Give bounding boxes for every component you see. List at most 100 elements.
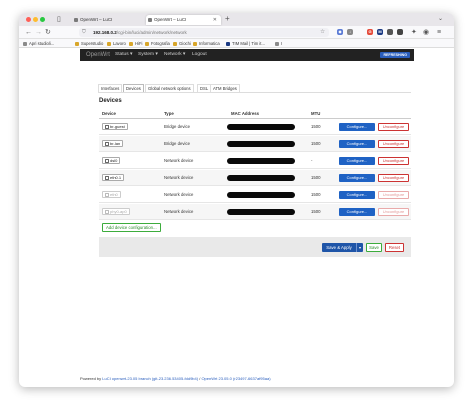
configure-button[interactable]: Configure... bbox=[339, 157, 375, 165]
browser-window: ▯ OpenWrt – LuCI OpenWrt – LuCI ✕ + ⌄ ← … bbox=[19, 13, 454, 387]
mac-address-redacted bbox=[227, 209, 295, 215]
column-header-mac: MAC Address bbox=[231, 111, 260, 116]
configure-button[interactable]: Configure... bbox=[339, 140, 375, 148]
bookmark-item[interactable]: Fotografia bbox=[145, 40, 170, 47]
bookmark-item[interactable]: Superstudio bbox=[75, 40, 103, 47]
close-tab-icon[interactable]: ✕ bbox=[213, 15, 217, 25]
unconfigure-button[interactable]: Unconfigure bbox=[378, 174, 409, 182]
tab-devices[interactable]: Devices bbox=[123, 84, 144, 92]
column-header-mtu: MTU bbox=[311, 111, 321, 116]
device-name: phy0-ap0 bbox=[110, 209, 127, 214]
mac-address-redacted bbox=[227, 124, 295, 130]
pocket-icon[interactable]: ◆ bbox=[337, 29, 343, 35]
footer-luci-link[interactable]: LuCI openwrt-23.05 branch (git-23.236.53… bbox=[102, 376, 198, 381]
device-type: Bridge device bbox=[164, 141, 191, 146]
device-mtu: 1500 bbox=[311, 209, 321, 214]
bookmark-item[interactable]: HiFi bbox=[129, 40, 142, 47]
bookmark-item[interactable]: Giochi bbox=[173, 40, 191, 47]
puzzle-icon[interactable]: ✦ bbox=[411, 28, 417, 37]
bookmark-item[interactable]: Lavoro bbox=[107, 40, 126, 47]
bookmark-label: Giochi bbox=[179, 41, 191, 46]
add-device-configuration-button[interactable]: Add device configuration... bbox=[102, 223, 161, 232]
footer-openwrt-link[interactable]: OpenWrt 23.05.0 (r23497-6637af95aa) bbox=[201, 376, 270, 381]
tab-openwrt-1[interactable]: OpenWrt – LuCI bbox=[72, 15, 144, 25]
menu-label: Status bbox=[115, 52, 129, 57]
favicon-icon bbox=[148, 18, 152, 22]
bookmark-item[interactable]: Informatica bbox=[193, 40, 220, 47]
menu-icon[interactable]: ≡ bbox=[437, 28, 441, 37]
menu-status[interactable]: Status ▾ bbox=[115, 49, 132, 61]
brand-logo[interactable]: OpenWrt bbox=[86, 49, 110, 61]
account-icon[interactable]: ◉ bbox=[423, 28, 429, 37]
unconfigure-button[interactable]: Unconfigure bbox=[378, 123, 409, 131]
bookmark-label: HiFi bbox=[135, 41, 143, 46]
url-host: 192.168.0.2 bbox=[93, 30, 117, 35]
tab-label: OpenWrt – LuCI bbox=[80, 17, 113, 22]
device-mtu: 1500 bbox=[311, 192, 321, 197]
folder-icon bbox=[107, 41, 111, 46]
url-path: /cgi-bin/luci/admin/network/network bbox=[116, 30, 187, 35]
device-name: br-guest bbox=[110, 124, 125, 129]
bookmark-item[interactable]: Apri studioli... bbox=[23, 40, 54, 47]
tab-openwrt-2[interactable]: OpenWrt – LuCI ✕ bbox=[146, 15, 221, 25]
reload-icon[interactable]: ↻ bbox=[45, 28, 51, 37]
tab-list-chevron-icon[interactable]: ⌄ bbox=[438, 15, 443, 22]
forward-icon[interactable]: → bbox=[35, 28, 42, 37]
bookmark-label: Fotografia bbox=[151, 41, 170, 46]
unconfigure-button[interactable]: Unconfigure bbox=[378, 208, 409, 216]
configure-button[interactable]: Configure... bbox=[339, 123, 375, 131]
menu-network[interactable]: Network ▾ bbox=[164, 49, 185, 61]
menu-system[interactable]: System ▾ bbox=[138, 49, 158, 61]
device-mtu: - bbox=[311, 158, 313, 163]
mac-address-redacted bbox=[227, 158, 295, 164]
minimize-window-button[interactable] bbox=[33, 17, 38, 22]
reset-button[interactable]: Reset bbox=[385, 243, 404, 252]
device-mtu: 1500 bbox=[311, 124, 321, 129]
folder-icon bbox=[75, 41, 79, 46]
menu-logout[interactable]: Logout bbox=[192, 49, 207, 61]
mac-address-redacted bbox=[227, 192, 295, 198]
save-apply-button[interactable]: Save & Apply bbox=[322, 243, 356, 252]
address-bar[interactable]: ⛉ 192.168.0.2/cgi-bin/luci/admin/network… bbox=[79, 28, 329, 37]
folder-icon bbox=[129, 41, 133, 46]
extension-g-icon[interactable]: G bbox=[367, 29, 373, 35]
bookmark-star-icon[interactable]: ☆ bbox=[320, 28, 325, 37]
folder-icon bbox=[193, 41, 197, 46]
mac-address-redacted bbox=[227, 141, 295, 147]
bookmark-item[interactable]: I bbox=[275, 40, 282, 47]
configure-button[interactable]: Configure... bbox=[339, 208, 375, 216]
save-apply-dropdown-button[interactable]: ▾ bbox=[356, 243, 363, 252]
menu-label: System bbox=[138, 52, 154, 57]
new-tab-button[interactable]: + bbox=[225, 14, 230, 23]
refreshing-badge: REFRESHING bbox=[380, 52, 410, 58]
device-name: dsl0 bbox=[110, 158, 118, 163]
configure-button[interactable]: Configure... bbox=[339, 174, 375, 182]
bookmark-label: Apri studioli... bbox=[29, 41, 55, 46]
unconfigure-button[interactable]: Unconfigure bbox=[378, 191, 409, 199]
unconfigure-button[interactable]: Unconfigure bbox=[378, 157, 409, 165]
unconfigure-button[interactable]: Unconfigure bbox=[378, 140, 409, 148]
main-content: Interfaces Devices Global network option… bbox=[80, 61, 414, 315]
network-device-icon bbox=[104, 159, 109, 163]
extension-m-icon[interactable]: M bbox=[377, 29, 383, 35]
tab-global-network-options[interactable]: Global network options bbox=[145, 84, 194, 92]
zoom-window-button[interactable] bbox=[40, 17, 45, 22]
extension-icon[interactable] bbox=[397, 29, 403, 35]
tab-interfaces[interactable]: Interfaces bbox=[98, 84, 123, 92]
bookmark-label: Informatica bbox=[199, 41, 220, 46]
sidebar-icon[interactable]: ▯ bbox=[57, 15, 61, 24]
device-badge: eth0.1 bbox=[102, 174, 125, 181]
tab-atm-bridges[interactable]: ATM Bridges bbox=[210, 84, 240, 92]
bookmark-item[interactable]: TIM Mail | Tim it... bbox=[226, 40, 265, 47]
footer-prefix: Powered by bbox=[80, 376, 102, 381]
back-icon[interactable]: ← bbox=[25, 28, 32, 37]
configure-button[interactable]: Configure... bbox=[339, 191, 375, 199]
close-window-button[interactable] bbox=[26, 17, 31, 22]
tab-divider bbox=[98, 92, 411, 93]
save-button[interactable]: Save bbox=[366, 243, 382, 252]
extension-icon[interactable] bbox=[387, 29, 393, 35]
table-row: phy0-ap0 Network device 1500 Configure... Un… bbox=[99, 204, 411, 220]
downloads-icon[interactable]: ↓ bbox=[347, 29, 353, 35]
device-type: Network device bbox=[164, 192, 194, 197]
device-badge: dsl0 bbox=[102, 157, 121, 164]
